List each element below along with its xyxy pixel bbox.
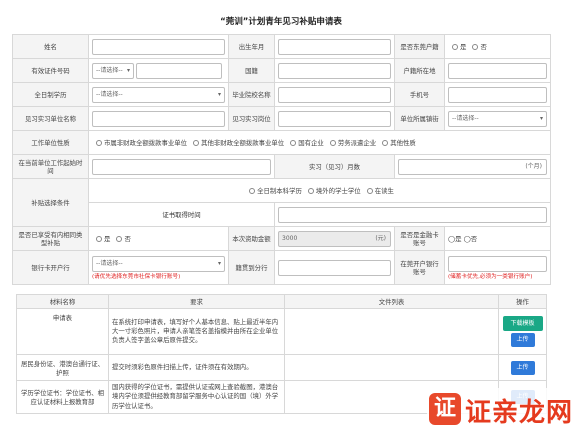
enjoyed-yes-label: 是 [104,235,111,243]
bank-select[interactable]: --请选择-- ▾ [92,255,225,272]
unit-name-label: 见习实习单位名称 [12,106,89,131]
chevron-down-icon: ▾ [126,66,130,74]
nature-option-label: 国有企业 [298,139,324,147]
cert-time-label: 证书取得时间 [88,202,275,227]
column-header: 材料名称 [16,294,109,309]
cert-time-input[interactable] [278,206,547,223]
amount-label: 本次资助金额 [228,226,275,251]
bank-hint: (请优先选择东莞市社保卡银行账号) [92,273,181,280]
watermark: 证 证亲龙网 [427,388,577,432]
material-name: 居民身份证、港澳台通行证、护照 [16,354,109,381]
name-input[interactable] [92,38,225,55]
nationality-input[interactable] [278,62,391,79]
unit-nature-label: 工作单位性质 [12,130,89,155]
hukou-no-radio[interactable] [472,43,479,50]
id-type-select[interactable]: --请选择-- ▾ [92,62,134,79]
school-input[interactable] [278,86,391,103]
watermark-logo-icon: 证 [429,393,461,425]
bank-branch-label: 银行卡开户行 [12,250,89,285]
dongguan-bank-input[interactable] [448,255,547,272]
bank-card-label: 是否是金融卡账号 [394,226,445,251]
id-type-label: 有效证件号码 [12,58,89,83]
subsidy-cond-label: 补贴选择条件 [12,178,89,227]
amount-unit: (元) [375,234,386,242]
position-label: 见习实习岗位 [228,106,275,131]
nature-option-label: 市属非财政全额拨款事业单位 [104,139,188,147]
amount-value: 3000 [282,234,298,242]
position-input[interactable] [278,110,391,127]
chevron-down-icon: ▾ [217,90,221,98]
nature-option-label: 其他非财政全额拨款事业单位 [201,139,285,147]
unit-town-select[interactable]: --请选择-- ▾ [448,110,547,127]
hukou-yes-radio[interactable] [452,43,458,50]
id-number-input[interactable] [136,62,223,79]
upload-button[interactable]: 上传 [510,333,535,347]
phone-label: 手机号 [394,82,445,107]
nature-option-radio[interactable] [382,139,389,146]
dongguan-hukou-label: 是否东莞户籍 [394,34,445,59]
material-name: 学历学位证书：学位证书、相应认证材料上报教育部 [16,380,109,414]
unit-town-label: 单位所属镇街 [394,106,445,131]
amount-input: 3000 (元) [278,230,391,247]
school-label: 毕业院校名称 [228,82,275,107]
start-time-label: 在当前单位工作起始时间 [12,154,89,179]
education-label: 全日制学历 [12,82,89,107]
download-template-button[interactable]: 下载模板 [502,316,543,331]
phone-input[interactable] [448,86,547,103]
page-title: “莞训”计划青年见习补贴申请表 [220,17,342,27]
file-list [284,308,499,355]
dongguan-hint: (储蓄卡优先,必须为一类银行账户) [448,273,533,280]
column-header: 要求 [108,294,285,309]
name-label: 姓名 [12,34,89,59]
nature-option-radio[interactable] [290,139,297,146]
chevron-down-icon: ▾ [217,259,221,267]
enjoyed-other-label: 是否已享受有内相同类型补贴 [12,226,89,251]
unit-name-input[interactable] [92,110,225,127]
table-row: 申请表 在系统打印申请表，填写好个人基本信息、贴上最近半年内大一寸彩色照片，申请… [16,308,547,355]
hukou-no-label: 否 [480,43,487,51]
file-list [284,354,499,381]
city-branch-input[interactable] [278,259,391,276]
nature-option-radio[interactable] [193,139,200,146]
bank-card-radios[interactable]: ◯是 ◯否 [448,235,477,243]
subsidy-option-radio[interactable] [366,187,373,194]
enjoyed-no-radio[interactable] [116,235,123,242]
months-input[interactable]: (个月) [398,158,547,175]
start-time-input[interactable] [92,158,271,175]
nature-option-radio[interactable] [329,139,336,146]
months-label: 实习（见习）月数 [274,154,395,179]
enjoyed-no-label: 否 [124,235,131,243]
dongguan-bank-label: 在莞开户银行账号 [394,250,445,285]
subsidy-option-label: 在读生 [374,187,394,195]
city-branch-label: 籍贯到分行 [228,250,275,285]
material-requirement: 在系统打印申请表，填写好个人基本信息、贴上最近半年内大一寸彩色照片，申请人亲笔签… [108,308,285,355]
nature-option-label: 其他性质 [390,139,416,147]
chevron-down-icon: ▾ [539,114,543,122]
application-form: 姓名 出生年月 是否东莞户籍 是 否 有效证件号码 --请选择-- ▾ 国籍 户籍… [12,34,551,285]
subsidy-option-label: 境外的学士学位 [315,187,361,195]
birth-label: 出生年月 [228,34,275,59]
column-header: 文件列表 [284,294,499,309]
upload-button[interactable]: 上传 [510,360,535,375]
watermark-text: 证亲龙网 [465,398,574,428]
months-unit: (个月) [525,162,542,170]
column-header: 操作 [498,294,547,309]
nature-option-label: 劳务派遣企业 [337,139,377,147]
nature-option-radio[interactable] [96,139,102,146]
enjoyed-yes-radio[interactable] [96,235,102,242]
table-row: 居民身份证、港澳台通行证、护照 提交时须彩色原件扫描上传，证件须在有效期内。 上… [16,354,547,381]
subsidy-option-radio[interactable] [249,187,256,194]
subsidy-option-radio[interactable] [307,187,314,194]
hukou-location-label: 户籍所在地 [394,58,445,83]
nationality-label: 国籍 [228,58,275,83]
hukou-location-input[interactable] [448,62,547,79]
material-requirement: 提交时须彩色原件扫描上传，证件须在有效期内。 [108,354,285,381]
birth-input[interactable] [278,38,391,55]
education-select[interactable]: --请选择-- ▾ [92,86,225,103]
hukou-yes-label: 是 [460,43,467,51]
material-name: 申请表 [16,308,109,355]
material-requirement: 国内获得的学位证书，需提供认证或网上查验截图，港澳台境内学位须提供经教育部留学服… [108,380,285,414]
subsidy-option-label: 全日制本科学历 [257,187,302,195]
